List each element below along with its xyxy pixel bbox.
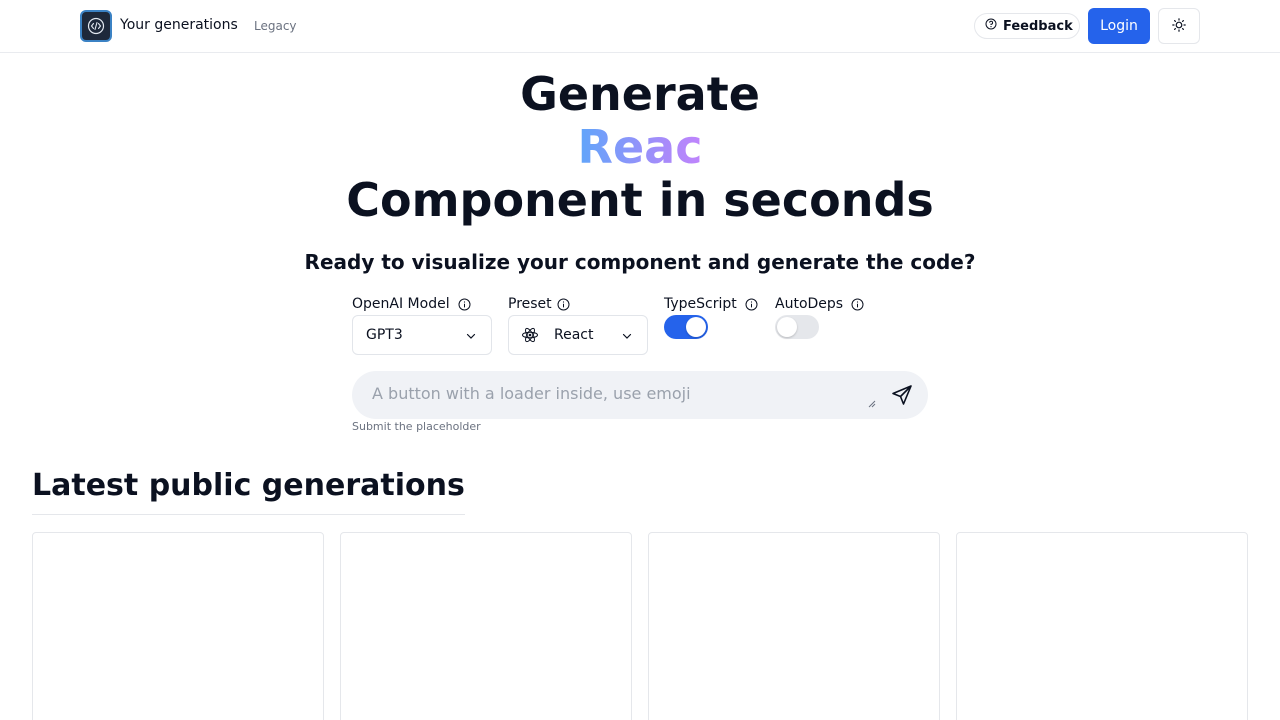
feedback-button[interactable]: Feedback bbox=[974, 13, 1080, 39]
your-generations-link[interactable]: Your generations bbox=[120, 17, 238, 33]
legacy-link[interactable]: Legacy bbox=[254, 19, 297, 33]
chevron-down-icon bbox=[466, 333, 476, 339]
prompt-hint: Submit the placeholder bbox=[352, 420, 481, 433]
send-icon[interactable] bbox=[890, 383, 914, 407]
login-button[interactable]: Login bbox=[1088, 8, 1150, 44]
prompt-textarea[interactable]: A button with a loader inside, use emoji bbox=[352, 371, 928, 419]
top-navbar: Your generations Legacy Feedback Login bbox=[0, 0, 1280, 53]
hero-animated-word: Reac bbox=[577, 120, 703, 174]
react-atom-icon bbox=[522, 327, 538, 343]
model-label: OpenAI Model bbox=[352, 296, 471, 312]
chevron-down-icon bbox=[622, 333, 632, 339]
toggle-knob bbox=[686, 317, 706, 337]
model-select-value: GPT3 bbox=[366, 327, 403, 343]
preset-select-value: React bbox=[554, 327, 594, 343]
model-select[interactable]: GPT3 bbox=[352, 315, 492, 355]
sun-icon bbox=[1172, 17, 1186, 36]
hero-title-line-3: Component in seconds bbox=[346, 173, 934, 227]
autodeps-toggle[interactable] bbox=[775, 315, 819, 339]
preset-select[interactable]: React bbox=[508, 315, 648, 355]
resize-handle-icon[interactable] bbox=[866, 398, 876, 408]
typescript-toggle[interactable] bbox=[664, 315, 708, 339]
typescript-label: TypeScript bbox=[664, 296, 758, 312]
generation-card[interactable] bbox=[340, 532, 632, 720]
prompt-placeholder: A button with a loader inside, use emoji bbox=[372, 384, 691, 403]
generation-card[interactable] bbox=[648, 532, 940, 720]
generation-card[interactable] bbox=[32, 532, 324, 720]
generation-card[interactable] bbox=[956, 532, 1248, 720]
toggle-knob bbox=[777, 317, 797, 337]
info-icon[interactable] bbox=[557, 298, 570, 311]
theme-toggle-button[interactable] bbox=[1158, 8, 1200, 44]
info-icon[interactable] bbox=[745, 298, 758, 311]
code-logo-icon[interactable] bbox=[80, 10, 112, 42]
hero-title-line-1: Generate bbox=[520, 67, 760, 121]
preset-label: Preset bbox=[508, 296, 570, 312]
info-icon[interactable] bbox=[458, 298, 471, 311]
help-circle-icon bbox=[985, 18, 997, 34]
hero-subtitle: Ready to visualize your component and ge… bbox=[304, 250, 976, 274]
hero-title-line-2: Reac bbox=[0, 121, 1280, 174]
section-title-latest: Latest public generations bbox=[32, 468, 465, 515]
feedback-label: Feedback bbox=[1003, 18, 1073, 34]
autodeps-label: AutoDeps bbox=[775, 296, 864, 312]
info-icon[interactable] bbox=[851, 298, 864, 311]
